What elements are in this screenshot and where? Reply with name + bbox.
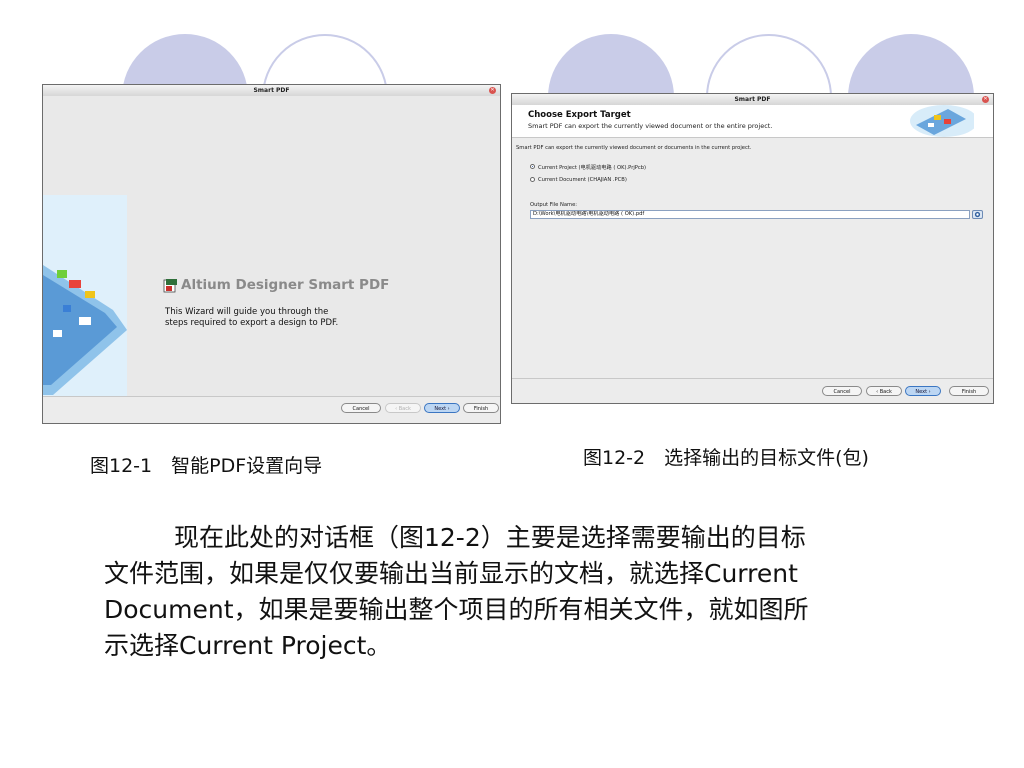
cancel-button[interactable]: Cancel bbox=[341, 403, 381, 413]
browse-folder-button[interactable] bbox=[972, 210, 983, 219]
close-icon[interactable]: ✕ bbox=[982, 96, 989, 103]
header-title: Choose Export Target bbox=[528, 110, 631, 120]
wizard-title: Altium Designer Smart PDF bbox=[181, 277, 390, 293]
next-button[interactable]: Next › bbox=[905, 386, 941, 396]
wizard-side-art bbox=[43, 195, 127, 397]
next-button[interactable]: Next › bbox=[424, 403, 460, 413]
header-art bbox=[910, 105, 974, 137]
smart-pdf-export-target-window: Smart PDF ✕ Choose Export Target Smart P… bbox=[511, 93, 994, 404]
figure-caption-12-1: 图12-1 智能PDF设置向导 bbox=[90, 455, 323, 477]
current-project-label[interactable]: Current Project (电机驱动电路 ( OK).PrjPcb) bbox=[538, 164, 646, 171]
finish-button[interactable]: Finish bbox=[949, 386, 989, 396]
smart-pdf-welcome-window: Smart PDF ✕ Altium Designer Smart PDF Th… bbox=[42, 84, 501, 424]
wizard-description-line2: steps required to export a design to PDF… bbox=[165, 318, 339, 328]
wizard-description-line1: This Wizard will guide you through the bbox=[165, 307, 329, 317]
header-subtitle: Smart PDF can export the currently viewe… bbox=[528, 122, 773, 130]
body-line-2: 文件范围，如果是仅仅要输出当前显示的文档，就选择Current bbox=[104, 559, 798, 588]
body-line-3: Document，如果是要输出整个项目的所有相关文件，就如图所 bbox=[104, 595, 809, 624]
intro-text: Smart PDF can export the currently viewe… bbox=[516, 145, 752, 151]
back-button[interactable]: ‹ Back bbox=[866, 386, 902, 396]
body-paragraph: 现在此处的对话框（图12-2）主要是选择需要输出的目标 文件范围，如果是仅仅要输… bbox=[104, 520, 964, 664]
output-file-input[interactable]: D:\Work\电机驱动电路\电机驱动电路 ( OK).pdf bbox=[530, 210, 970, 219]
figure-caption-12-2: 图12-2 选择输出的目标文件(包) bbox=[583, 447, 869, 469]
pdf-wizard-icon bbox=[163, 279, 177, 293]
window-title: Smart PDF bbox=[734, 96, 771, 103]
output-file-label: Output File Name: bbox=[530, 202, 578, 208]
current-document-label[interactable]: Current Document (CHAJIAN .PCB) bbox=[538, 177, 627, 183]
finish-button[interactable]: Finish bbox=[463, 403, 499, 413]
body-line-4: 示选择Current Project。 bbox=[104, 631, 392, 660]
cancel-button[interactable]: Cancel bbox=[822, 386, 862, 396]
window-title: Smart PDF bbox=[253, 87, 290, 94]
body-line-1: 现在此处的对话框（图12-2）主要是选择需要输出的目标 bbox=[174, 523, 806, 552]
back-button[interactable]: ‹ Back bbox=[385, 403, 421, 413]
folder-icon bbox=[974, 211, 981, 218]
current-document-radio[interactable] bbox=[530, 177, 535, 182]
wizard-header: Choose Export Target Smart PDF can expor… bbox=[512, 105, 993, 138]
current-project-radio[interactable] bbox=[530, 164, 535, 169]
close-icon[interactable]: ✕ bbox=[489, 87, 496, 94]
